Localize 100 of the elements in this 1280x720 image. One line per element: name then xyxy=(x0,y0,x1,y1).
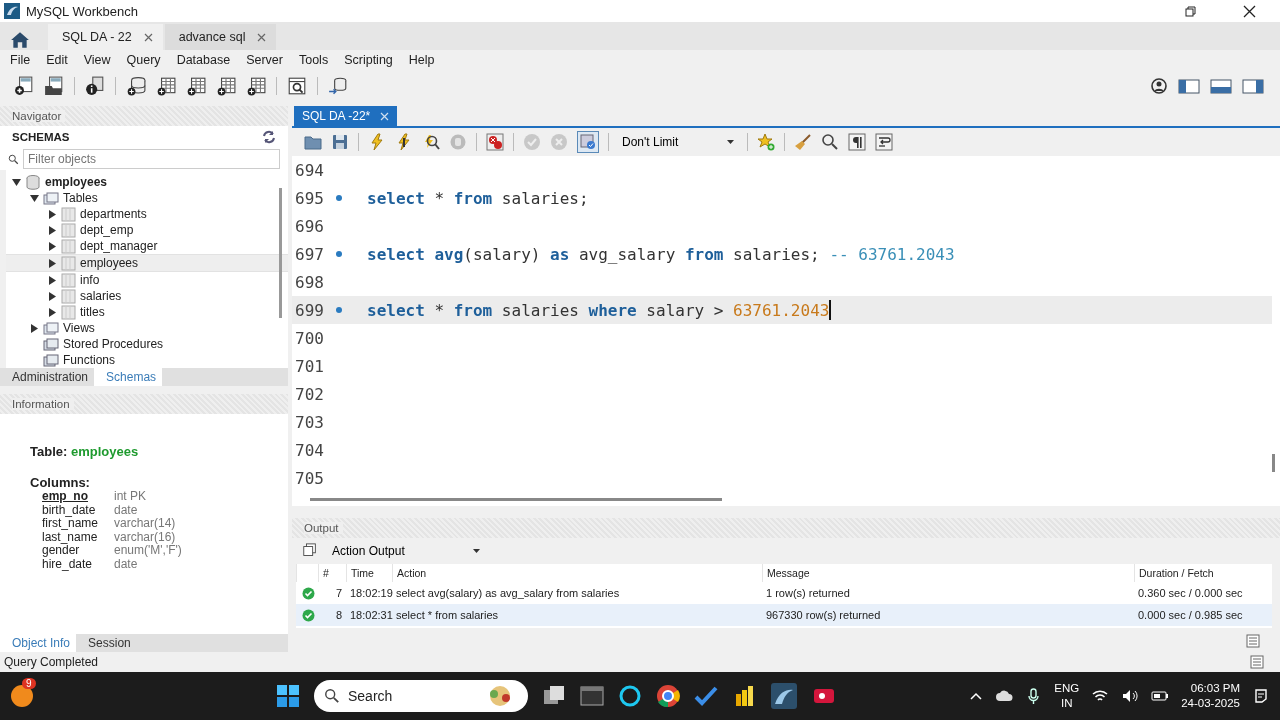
browser-icon[interactable] xyxy=(656,684,680,708)
menu-item[interactable]: File xyxy=(2,53,39,67)
folder-icon[interactable] xyxy=(304,133,322,151)
pilcrow-icon[interactable] xyxy=(848,133,866,151)
panel-tab[interactable]: Schemas xyxy=(94,368,163,386)
column-header[interactable]: Duration / Fetch xyxy=(1134,564,1272,582)
start-icon[interactable] xyxy=(276,684,300,708)
refresh-icon[interactable] xyxy=(262,130,276,144)
menu-item[interactable]: Scripting xyxy=(336,53,401,67)
tree-item[interactable]: Views xyxy=(6,320,288,336)
panel-header: Navigator xyxy=(12,110,66,122)
clock-date[interactable]: 24-03-2025 xyxy=(1181,696,1240,711)
menu-item[interactable]: Edit xyxy=(38,53,76,67)
panel-tab[interactable]: Session xyxy=(76,634,137,652)
connection-tab[interactable]: advance sql xyxy=(164,24,277,50)
save-icon[interactable] xyxy=(331,133,349,151)
home-icon[interactable] xyxy=(10,30,30,50)
menu-item[interactable]: Help xyxy=(400,53,443,67)
stop-error-icon[interactable] xyxy=(486,133,504,151)
menu-item[interactable]: Server xyxy=(238,53,291,67)
scrollbar[interactable] xyxy=(1272,454,1275,472)
star-plus-icon[interactable] xyxy=(757,133,775,151)
database-plus-icon[interactable] xyxy=(126,76,146,96)
panel-tab[interactable]: Object Info xyxy=(0,634,77,652)
expand-arrow-icon[interactable] xyxy=(48,241,57,251)
tree-item[interactable]: employees xyxy=(6,254,288,272)
region-label[interactable]: IN xyxy=(1060,696,1073,711)
tree-item[interactable]: info xyxy=(6,272,288,288)
selected-row[interactable]: 8 18:02:31 select * from salaries 967330 row(s) returned 0.000 sec / 0.985 sec xyxy=(296,604,1272,626)
ring-icon[interactable] xyxy=(618,684,642,708)
tree-item[interactable]: titles xyxy=(6,304,288,320)
broom-icon[interactable] xyxy=(794,133,812,151)
lightning-cursor-icon[interactable] xyxy=(395,133,413,151)
autocommit-toggle[interactable] xyxy=(577,131,599,153)
menu-item[interactable]: Tools xyxy=(290,53,337,67)
sidebar-right-icon[interactable] xyxy=(1242,77,1264,95)
notification-icon[interactable] xyxy=(1252,687,1270,705)
window-title: MySQL Workbench xyxy=(26,3,138,19)
column-header[interactable]: Message xyxy=(762,564,1134,582)
scrollbar[interactable] xyxy=(310,497,722,501)
table-icon xyxy=(61,206,76,222)
restore-icon[interactable] xyxy=(1184,4,1197,18)
tree-item[interactable]: departments xyxy=(6,206,288,222)
collapse-arrow-icon[interactable] xyxy=(12,177,21,187)
collapse-arrow-icon[interactable] xyxy=(30,193,39,203)
search-icon[interactable] xyxy=(8,153,19,165)
editor-tab[interactable]: SQL DA -22* xyxy=(294,106,398,126)
wrap-icon[interactable] xyxy=(875,133,893,151)
expand-arrow-icon[interactable] xyxy=(48,275,57,285)
caret-icon[interactable] xyxy=(473,549,480,553)
table-search-icon[interactable] xyxy=(287,76,307,96)
tree-item[interactable]: salaries xyxy=(6,288,288,304)
sidebar-left-icon[interactable] xyxy=(1178,77,1200,95)
account-icon[interactable] xyxy=(1150,77,1168,95)
panel-bottom-icon[interactable] xyxy=(1210,77,1232,95)
column-type: date xyxy=(114,557,138,571)
filter-field[interactable]: Filter objects xyxy=(23,149,280,169)
language-label[interactable]: ENG xyxy=(1054,681,1080,696)
expand-arrow-icon[interactable] xyxy=(48,258,57,268)
clock-time[interactable]: 06:03 PM xyxy=(1190,681,1240,696)
taskbar-search[interactable]: Search xyxy=(314,680,528,712)
caret-icon[interactable] xyxy=(727,140,734,144)
checkmark-icon[interactable] xyxy=(694,684,718,708)
expand-arrow-icon[interactable] xyxy=(48,225,57,235)
column-header[interactable]: Action xyxy=(392,564,762,582)
column-header[interactable]: Time xyxy=(346,564,392,582)
connection-tab[interactable]: SQL DA - 22 xyxy=(48,24,163,50)
table-icon xyxy=(61,238,76,254)
database-arrow-icon[interactable] xyxy=(328,76,348,96)
tree-item[interactable]: dept_emp xyxy=(6,222,288,238)
table-plus-icon[interactable] xyxy=(246,76,266,96)
menu-item[interactable]: View xyxy=(75,53,119,67)
menu-item[interactable]: Query xyxy=(118,53,169,67)
table-plus-icon[interactable] xyxy=(186,76,206,96)
expand-arrow-icon[interactable] xyxy=(30,323,39,333)
expand-arrow-icon[interactable] xyxy=(48,291,57,301)
close-icon[interactable] xyxy=(1243,4,1256,18)
expand-arrow-icon[interactable] xyxy=(48,307,57,317)
magnifier-lightning-icon[interactable] xyxy=(422,133,440,151)
table-plus-icon[interactable] xyxy=(156,76,176,96)
info-icon[interactable] xyxy=(85,76,105,96)
tree-item[interactable]: dept_manager xyxy=(6,238,288,254)
terminal-icon[interactable] xyxy=(580,684,604,708)
document-plus-icon[interactable] xyxy=(14,76,34,96)
lightning-icon[interactable] xyxy=(368,133,386,151)
column-header[interactable]: # xyxy=(318,564,346,582)
tree-item[interactable]: Functions xyxy=(6,352,288,368)
scrollbar[interactable] xyxy=(279,188,282,318)
search-icon[interactable] xyxy=(821,133,839,151)
tree-item[interactable]: employees xyxy=(6,174,288,190)
expand-arrow-icon[interactable] xyxy=(48,209,57,219)
copy-icon[interactable] xyxy=(302,543,318,559)
check-icon[interactable] xyxy=(523,133,541,151)
tree-item[interactable]: Stored Procedures xyxy=(6,336,288,352)
document-folder-icon[interactable] xyxy=(44,76,64,96)
tree-item[interactable]: Tables xyxy=(6,190,288,206)
table-plus-icon[interactable] xyxy=(216,76,236,96)
panel-tab[interactable]: Administration xyxy=(0,368,95,386)
menu-item[interactable]: Database xyxy=(168,53,239,67)
dolphin-app-icon[interactable] xyxy=(770,682,798,710)
